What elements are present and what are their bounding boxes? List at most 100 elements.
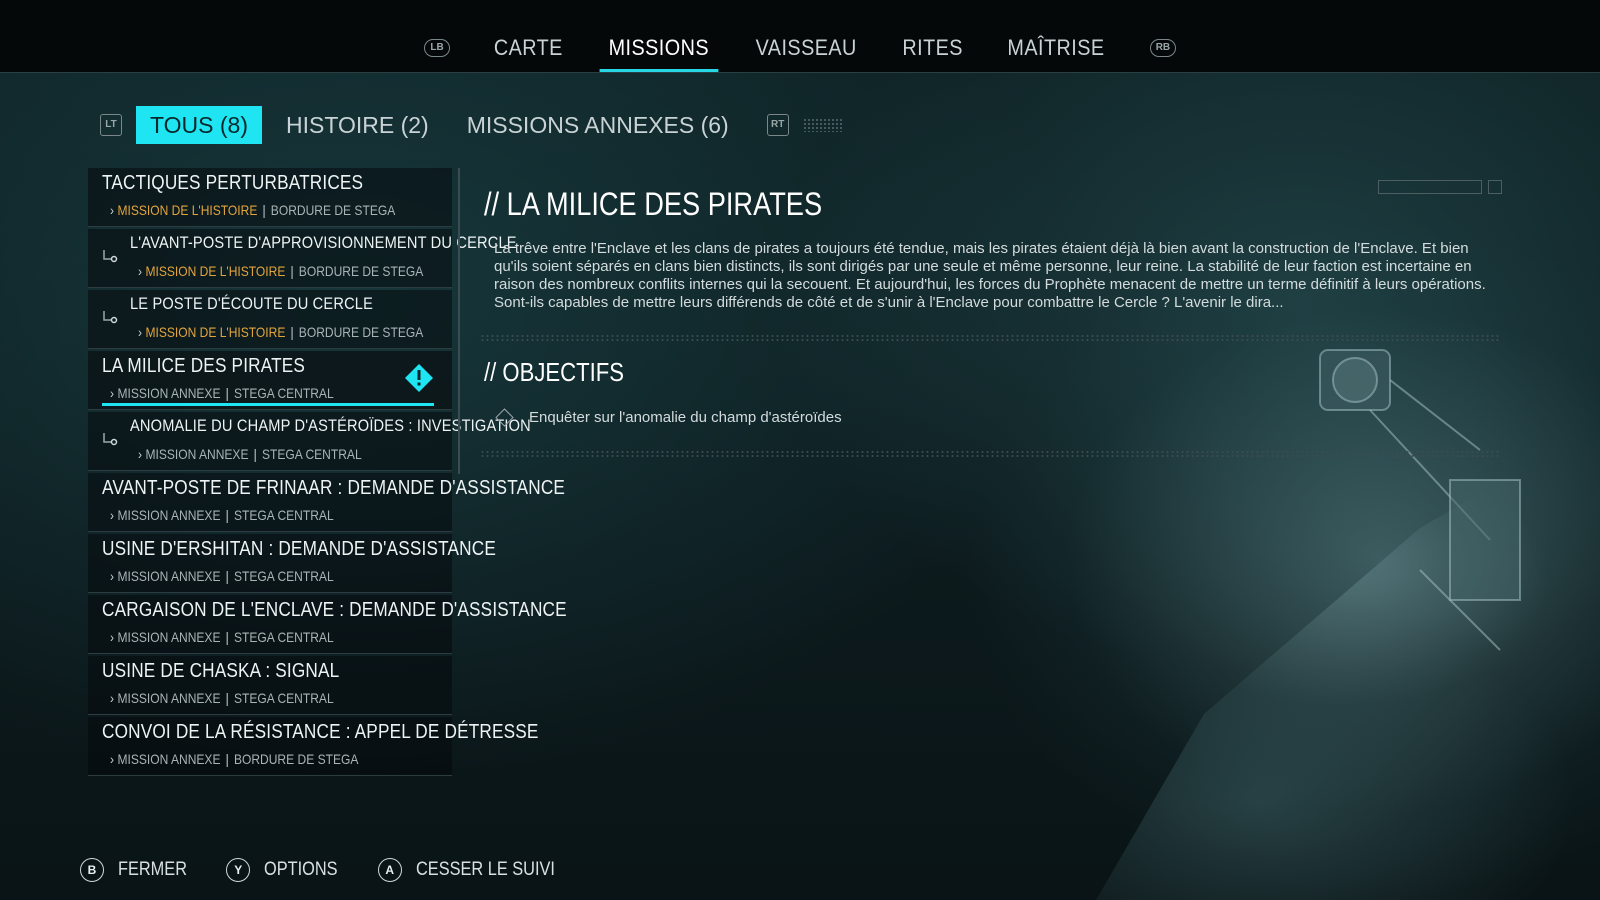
mission-item[interactable]: ANOMALIE DU CHAMP D'ASTÉROÏDES : INVESTI… xyxy=(88,412,531,471)
close-prompt[interactable]: FERMER xyxy=(118,859,187,881)
mission-item[interactable]: TACTIQUES PERTURBATRICES › MISSION DE L'HI… xyxy=(88,168,452,227)
mission-type: MISSION ANNEXE xyxy=(117,507,221,523)
mission-item[interactable]: USINE D'ERSHITAN : DEMANDE D'ASSISTANCE ›… xyxy=(88,534,496,593)
mission-meta: › MISSION DE L'HISTOIRE | BORDURE DE STEGA xyxy=(138,263,423,279)
mission-location: BORDURE DE STEGA xyxy=(233,751,359,767)
filter-tabs: LT TOUS (8) HISTOIRE (2) MISSIONS ANNEXE… xyxy=(86,106,843,144)
mission-title: USINE D'ERSHITAN : DEMANDE D'ASSISTANCE xyxy=(102,538,496,560)
objective-item: Enquêter sur l'anomalie du champ d'astér… xyxy=(495,408,842,427)
objectives-title: // OBJECTIFS xyxy=(484,357,624,387)
lb-button-icon[interactable]: LB xyxy=(424,39,451,57)
mission-item[interactable]: CARGAISON DE L'ENCLAVE : DEMANDE D'ASSIS… xyxy=(88,595,567,654)
mission-location: STEGA CENTRAL xyxy=(261,446,362,462)
sub-mission-link-icon xyxy=(103,433,118,446)
chevron-right-icon: › xyxy=(110,568,115,584)
mission-meta: › MISSION ANNEXE | STEGA CENTRAL xyxy=(110,629,334,645)
chevron-right-icon: › xyxy=(110,751,115,767)
mission-item[interactable]: LA MILICE DES PIRATES › MISSION ANNEXE | STE… xyxy=(88,351,452,410)
top-bar: LB CARTE MISSIONS VAISSEAU RITES MAÎTRIS… xyxy=(0,0,1600,73)
mission-type: MISSION ANNEXE xyxy=(117,385,221,401)
chevron-right-icon: › xyxy=(138,324,143,340)
divider xyxy=(480,334,1500,342)
mission-location: STEGA CENTRAL xyxy=(233,568,334,584)
nav-tab-carte[interactable]: CARTE xyxy=(478,0,579,72)
mission-title: AVANT-POSTE DE FRINAAR : DEMANDE D'ASSIS… xyxy=(102,477,566,499)
mission-title: LE POSTE D'ÉCOUTE DU CERCLE xyxy=(130,294,374,313)
zoom-bar xyxy=(1378,180,1482,194)
mission-title: CARGAISON DE L'ENCLAVE : DEMANDE D'ASSIS… xyxy=(102,599,567,621)
sub-mission-link-icon xyxy=(103,250,118,263)
chevron-right-icon: › xyxy=(110,385,115,401)
mission-type: MISSION ANNEXE xyxy=(117,568,221,584)
main-nav: LB CARTE MISSIONS VAISSEAU RITES MAÎTRIS… xyxy=(0,0,1600,72)
options-prompt[interactable]: OPTIONS xyxy=(264,859,338,881)
separator: | xyxy=(262,202,266,218)
mission-type: MISSION DE L'HISTOIRE xyxy=(117,202,258,218)
separator: | xyxy=(225,568,229,584)
mission-list: TACTIQUES PERTURBATRICES › MISSION DE L'HI… xyxy=(88,168,567,778)
nav-tab-rites[interactable]: RITES xyxy=(886,0,979,72)
a-button-icon[interactable]: A xyxy=(377,858,402,882)
space-station-illustration xyxy=(1319,349,1521,651)
mission-meta: › MISSION ANNEXE | STEGA CENTRAL xyxy=(110,568,334,584)
mission-location: STEGA CENTRAL xyxy=(233,690,334,706)
chevron-right-icon: › xyxy=(110,507,115,523)
mission-type: MISSION DE L'HISTOIRE xyxy=(145,263,286,279)
mission-title: CONVOI DE LA RÉSISTANCE : APPEL DE DÉTRE… xyxy=(102,721,539,743)
mission-location: STEGA CENTRAL xyxy=(233,507,334,523)
rt-trigger-icon[interactable]: RT xyxy=(766,114,789,136)
nav-tab-maitrise[interactable]: MAÎTRISE xyxy=(991,0,1121,72)
tab-side-missions[interactable]: MISSIONS ANNEXES (6) xyxy=(453,106,743,144)
mission-item[interactable]: L'AVANT-POSTE D'APPROVISIONNEMENT DU CER… xyxy=(88,229,517,288)
mission-type: MISSION ANNEXE xyxy=(117,629,221,645)
mission-title: ANOMALIE DU CHAMP D'ASTÉROÏDES : INVESTI… xyxy=(130,416,531,435)
mission-location: STEGA CENTRAL xyxy=(233,629,334,645)
decorative-dots xyxy=(802,118,843,132)
mission-item[interactable]: LE POSTE D'ÉCOUTE DU CERCLE › MISSION DE L… xyxy=(88,290,452,349)
mission-title: LA MILICE DES PIRATES xyxy=(102,355,306,377)
separator: | xyxy=(253,446,257,462)
chevron-right-icon: › xyxy=(138,446,143,462)
rb-button-icon[interactable]: RB xyxy=(1149,39,1176,57)
mission-location: BORDURE DE STEGA xyxy=(298,263,424,279)
mission-meta: › MISSION DE L'HISTOIRE | BORDURE DE STEGA xyxy=(110,202,395,218)
separator: | xyxy=(225,507,229,523)
mission-item[interactable]: CONVOI DE LA RÉSISTANCE : APPEL DE DÉTRE… xyxy=(88,717,538,776)
chevron-right-icon: › xyxy=(110,629,115,645)
nav-tab-missions[interactable]: MISSIONS xyxy=(592,0,725,72)
mission-title: TACTIQUES PERTURBATRICES xyxy=(102,172,364,194)
chevron-right-icon: › xyxy=(138,263,143,279)
separator: | xyxy=(225,751,229,767)
objective-text: Enquêter sur l'anomalie du champ d'astér… xyxy=(529,409,842,426)
nav-tab-vaisseau[interactable]: VAISSEAU xyxy=(740,0,874,72)
chevron-right-icon: › xyxy=(110,690,115,706)
mission-location: STEGA CENTRAL xyxy=(233,385,334,401)
mission-meta: › MISSION ANNEXE | STEGA CENTRAL xyxy=(110,507,334,523)
mission-meta: › MISSION ANNEXE | STEGA CENTRAL xyxy=(110,385,334,401)
chevron-right-icon: › xyxy=(110,202,115,218)
b-button-icon[interactable]: B xyxy=(80,858,104,882)
separator: | xyxy=(290,324,294,340)
tab-all[interactable]: TOUS (8) xyxy=(136,106,262,144)
separator: | xyxy=(225,629,229,645)
mission-type: MISSION ANNEXE xyxy=(145,446,249,462)
mission-type: MISSION ANNEXE xyxy=(117,751,221,767)
y-button-icon[interactable]: Y xyxy=(226,858,251,882)
mission-item[interactable]: AVANT-POSTE DE FRINAAR : DEMANDE D'ASSIS… xyxy=(88,473,565,532)
objective-diamond-icon xyxy=(495,408,514,427)
separator: | xyxy=(225,385,229,401)
scrollbar[interactable] xyxy=(458,168,460,474)
stop-tracking-prompt[interactable]: CESSER LE SUIVI xyxy=(416,859,555,881)
tab-story[interactable]: HISTOIRE (2) xyxy=(272,106,443,144)
mission-type: MISSION ANNEXE xyxy=(117,690,221,706)
lt-trigger-icon[interactable]: LT xyxy=(100,114,122,136)
mission-meta: › MISSION ANNEXE | BORDURE DE STEGA xyxy=(110,751,358,767)
divider xyxy=(480,450,1500,458)
mission-location: BORDURE DE STEGA xyxy=(298,324,424,340)
mission-location: BORDURE DE STEGA xyxy=(270,202,396,218)
sub-mission-link-icon xyxy=(103,311,118,324)
expand-icon xyxy=(1488,180,1502,194)
mission-meta: › MISSION ANNEXE | STEGA CENTRAL xyxy=(110,690,334,706)
mission-item[interactable]: USINE DE CHASKA : SIGNAL › MISSION ANNEXE |… xyxy=(88,656,452,715)
separator: | xyxy=(225,690,229,706)
